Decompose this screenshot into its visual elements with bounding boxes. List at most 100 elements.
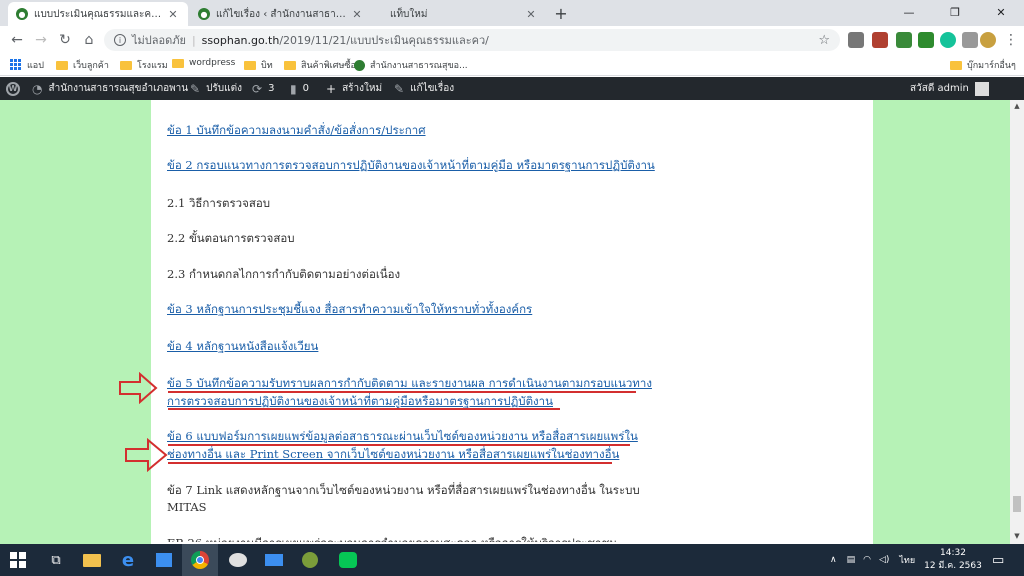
url-domain: ssophan.go.th (201, 33, 280, 47)
profile-avatar-icon[interactable] (980, 32, 996, 48)
wordpress-logo-icon: W (6, 81, 20, 96)
edge-icon[interactable]: e (110, 544, 146, 576)
chrome-icon[interactable] (182, 544, 218, 576)
comment-icon: ▮ (290, 81, 297, 96)
avatar (974, 81, 989, 96)
reload-icon[interactable]: ↻ (56, 31, 74, 49)
tab-new-tab[interactable]: แท็บใหม่ ✕ (374, 2, 546, 26)
bookmark-star-icon[interactable]: ☆ (818, 33, 830, 48)
site-favicon-icon: ● (198, 8, 210, 20)
system-tray: ∧ ▤ ◠ ◁) ไทย (830, 544, 915, 576)
line-icon[interactable] (330, 544, 366, 576)
bookmark-label: บุ๊กมาร์กอื่นๆ (967, 61, 1016, 71)
tab-edit-post[interactable]: ● แก้ไขเรื่อง ‹ สำนักงานสาธารณสุขอำเภอ..… (190, 2, 372, 26)
bookmark-label: บิท (261, 61, 273, 71)
dreamweaver-icon[interactable] (292, 544, 328, 576)
bookmark-folder[interactable]: wordpress (172, 58, 235, 68)
bookmark-site[interactable]: สำนักงานสาธารณสุขอ... (354, 58, 468, 72)
customize-link[interactable]: ✎ ปรับแต่ง (190, 77, 242, 100)
task-view-icon[interactable]: ⧉ (38, 544, 74, 576)
bookmark-folder[interactable]: โรงแรม (120, 58, 168, 72)
extension-translate-icon[interactable] (848, 32, 864, 48)
item-7-text-continued: MITAS (167, 500, 207, 514)
windows-store-icon[interactable] (146, 544, 182, 576)
edit-post-label: แก้ไขเรื่อง (410, 83, 455, 94)
folder-icon (172, 58, 184, 68)
comments-link[interactable]: ▮ 0 (290, 77, 309, 100)
close-tab-icon[interactable]: ✕ (524, 8, 538, 21)
address-bar[interactable]: i ไม่ปลอดภัย | ssophan.go.th /2019/11/21… (104, 29, 840, 51)
item-3-link[interactable]: ข้อ 3 หลักฐานการประชุมชี้แจง สื่อสารทำคว… (167, 301, 532, 319)
windows-logo-icon (10, 552, 26, 568)
wp-logo-button[interactable]: W (6, 77, 20, 100)
back-icon[interactable]: ← (8, 31, 26, 49)
bookmark-label: เว็บลูกค้า (73, 61, 109, 71)
bookmark-label: แอป (27, 61, 44, 71)
pencil-icon: ✎ (394, 81, 405, 96)
item-7-text: ข้อ 7 Link แสดงหลักฐานจากเว็บไซต์ของหน่ว… (167, 483, 640, 497)
tab-title: แท็บใหม่ (390, 8, 428, 20)
volume-icon[interactable]: ◁) (879, 555, 889, 565)
forward-icon[interactable]: → (32, 31, 50, 49)
close-tab-icon[interactable]: ✕ (350, 8, 364, 21)
site-name-link[interactable]: ◔ สำนักงานสาธารณสุขอำเภอพาน (32, 77, 188, 100)
site-favicon-icon (354, 59, 365, 71)
updates-count: 3 (268, 83, 275, 94)
input-language[interactable]: ไทย (899, 553, 915, 567)
bookmark-label: สินค้าพิเศษซื้อ (301, 61, 356, 71)
notifications-icon[interactable]: ▭ (992, 544, 1004, 576)
new-tab-button[interactable]: + (552, 4, 570, 23)
tab-active[interactable]: ● แบบประเมินคุณธรรมและความโปร่งใสของ... … (8, 2, 188, 26)
file-explorer-icon[interactable] (74, 544, 110, 576)
extension-pdf-icon[interactable] (872, 32, 888, 48)
wifi-icon[interactable]: ◠ (863, 555, 871, 565)
brush-icon: ✎ (190, 81, 201, 96)
clock-time: 14:32 (940, 548, 966, 558)
updates-link[interactable]: ⟳ 3 (252, 77, 274, 100)
other-bookmarks[interactable]: บุ๊กมาร์กอื่นๆ (950, 58, 1016, 72)
dashboard-icon: ◔ (32, 81, 43, 96)
bookmark-apps[interactable]: แอป (10, 58, 44, 72)
item-1-link[interactable]: ข้อ 1 บันทึกข้อความลงนามคำสั่ง/ข้อสั่งกา… (167, 122, 426, 140)
bookmark-folder[interactable]: เว็บลูกค้า (56, 58, 109, 72)
edit-post-link[interactable]: ✎ แก้ไขเรื่อง (394, 77, 454, 100)
tab-title: แก้ไขเรื่อง ‹ สำนักงานสาธารณสุขอำเภอ... (216, 8, 346, 20)
close-tab-icon[interactable]: ✕ (166, 8, 180, 21)
paint-icon[interactable] (220, 544, 256, 576)
scroll-up-icon[interactable]: ▲ (1010, 102, 1024, 110)
bookmark-label: สำนักงานสาธารณสุขอ... (370, 61, 468, 71)
item-2-1-text: 2.1 วิธีการตรวจสอบ (167, 196, 271, 210)
scrollbar-thumb[interactable] (1013, 496, 1021, 512)
bookmark-folder[interactable]: สินค้าพิเศษซื้อ (284, 58, 356, 72)
my-account-link[interactable]: สวัสดี admin (910, 77, 989, 100)
restore-button[interactable]: ❐ (932, 0, 978, 24)
mail-icon[interactable] (256, 544, 292, 576)
page-scrollbar[interactable]: ▲ ▼ (1010, 100, 1024, 544)
extension-panel-icon[interactable] (962, 32, 978, 48)
tray-chevron-icon[interactable]: ∧ (830, 555, 837, 565)
new-content-link[interactable]: + สร้างใหม่ (326, 77, 382, 100)
extension-cube-icon[interactable] (896, 32, 912, 48)
annotation-underline (168, 462, 612, 464)
taskbar-clock[interactable]: 14:32 12 มี.ค. 2563 (920, 547, 986, 573)
extension-download-icon[interactable] (918, 32, 934, 48)
bookmark-label: wordpress (189, 58, 236, 68)
info-icon[interactable]: i (114, 34, 126, 46)
greeting: สวัสดี admin (910, 83, 969, 94)
extension-grammarly-icon[interactable] (940, 32, 956, 48)
item-2-link[interactable]: ข้อ 2 กรอบแนวทางการตรวจสอบการปฏิบัติงานข… (167, 157, 655, 175)
start-button[interactable] (0, 544, 36, 576)
minimize-button[interactable]: — (886, 0, 932, 24)
annotation-underline (168, 408, 560, 410)
folder-icon (120, 60, 132, 70)
address-separator: | (191, 33, 196, 47)
bookmark-folder[interactable]: บิท (244, 58, 273, 72)
scroll-down-icon[interactable]: ▼ (1010, 532, 1024, 540)
home-icon[interactable]: ⌂ (80, 31, 98, 49)
close-window-button[interactable]: ✕ (978, 0, 1024, 24)
item-4-link[interactable]: ข้อ 4 หลักฐานหนังสือแจ้งเวียน (167, 338, 318, 356)
menu-kebab-icon[interactable]: ⋮ (1002, 31, 1020, 49)
network-icon[interactable]: ▤ (847, 555, 856, 565)
folder-icon (56, 60, 68, 70)
updates-icon: ⟳ (252, 81, 263, 96)
